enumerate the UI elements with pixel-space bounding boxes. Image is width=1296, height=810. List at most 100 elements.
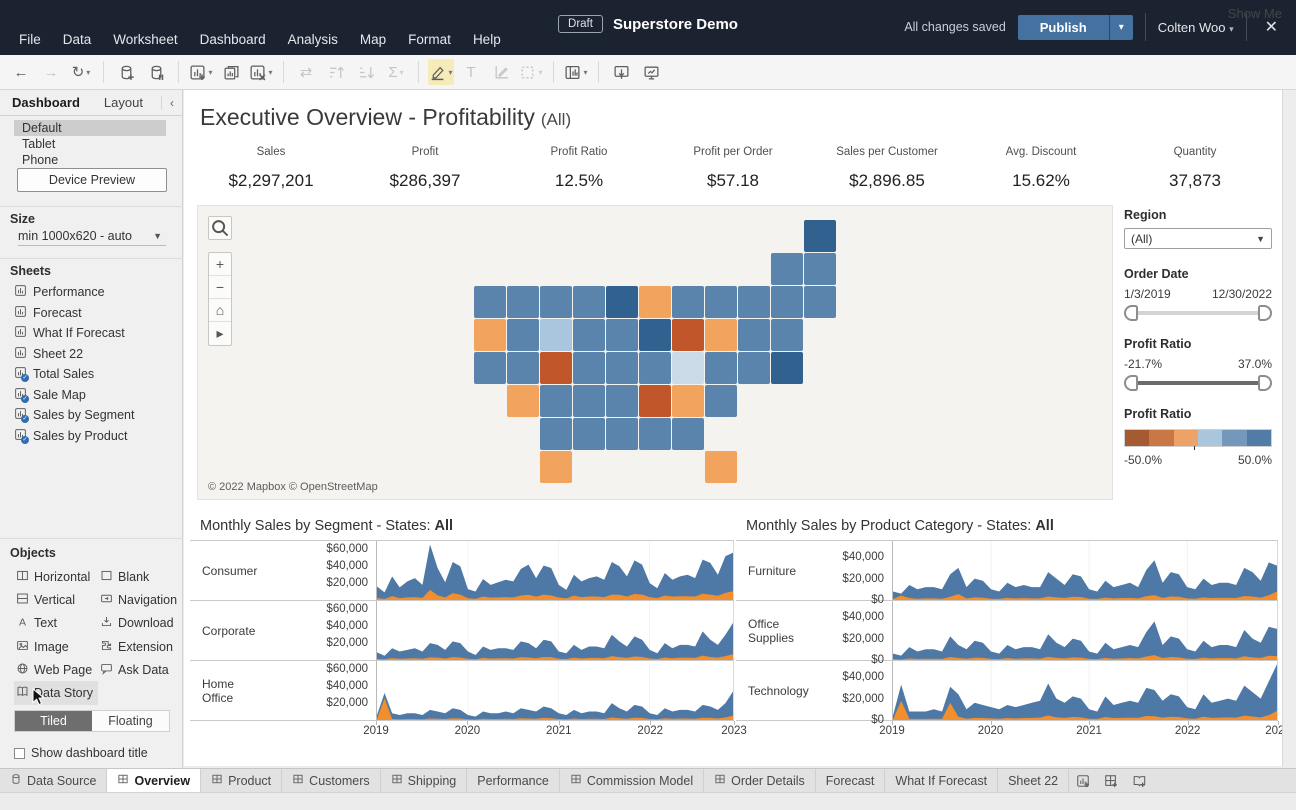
state-nm[interactable] <box>540 385 572 417</box>
state-wv[interactable] <box>672 352 704 384</box>
state-ok[interactable] <box>540 418 572 450</box>
state-sd[interactable] <box>573 319 605 351</box>
state-me[interactable] <box>804 220 836 252</box>
device-default[interactable]: Default <box>14 120 166 136</box>
state-mi[interactable] <box>705 286 737 318</box>
state-ut[interactable] <box>507 352 539 384</box>
state-ia[interactable] <box>606 319 638 351</box>
tab-layout[interactable]: Layout <box>92 91 155 114</box>
download-device-icon[interactable] <box>608 59 634 85</box>
menu-dashboard[interactable]: Dashboard <box>189 27 277 52</box>
state-la[interactable] <box>573 418 605 450</box>
menu-file[interactable]: File <box>8 27 52 52</box>
area-plot[interactable] <box>892 661 1278 720</box>
sheet-item-sales-by-product[interactable]: ✓ Sales by Product <box>14 426 174 447</box>
scrollbar-track[interactable] <box>1282 90 1296 766</box>
profit-ratio-slider-left-handle[interactable] <box>1124 375 1138 391</box>
state-vt[interactable] <box>771 253 803 285</box>
new-worksheet-tab-icon[interactable] <box>1069 769 1097 792</box>
size-dropdown[interactable]: min 1000x620 - auto ▼ <box>18 226 166 246</box>
state-oh[interactable] <box>672 319 704 351</box>
object-navigation[interactable]: Navigation <box>98 588 178 611</box>
refresh-icon[interactable]: ↻ ▾ <box>68 59 94 85</box>
object-extension[interactable]: Extension <box>98 635 178 658</box>
state-ct[interactable] <box>771 319 803 351</box>
menu-format[interactable]: Format <box>397 27 462 52</box>
map-tools-expand-button[interactable]: ▸ <box>209 322 231 345</box>
floating-toggle[interactable]: Floating <box>92 711 169 731</box>
publish-caret-icon[interactable]: ▾ <box>1108 14 1133 40</box>
state-ne[interactable] <box>573 352 605 384</box>
show-dashboard-title-row[interactable]: Show dashboard title <box>14 746 148 760</box>
sheet-item-sales-by-segment[interactable]: ✓ Sales by Segment <box>14 405 174 426</box>
state-fl[interactable] <box>705 451 737 483</box>
sheet-tab-sheet-22[interactable]: Sheet 22 <box>998 769 1070 792</box>
duplicate-sheet-icon[interactable] <box>218 59 244 85</box>
presentation-mode-icon[interactable] <box>638 59 664 85</box>
sheet-tab-product[interactable]: Product <box>201 769 283 792</box>
area-plot[interactable] <box>376 601 734 660</box>
sheet-tab-forecast[interactable]: Forecast <box>816 769 886 792</box>
profit-ratio-slider-right-handle[interactable] <box>1258 375 1272 391</box>
highlight-icon[interactable]: ▾ <box>428 59 454 85</box>
show-dashboard-title-checkbox[interactable] <box>14 747 25 759</box>
show-me-button[interactable]: Show Me <box>1222 6 1282 32</box>
user-menu[interactable]: Colten Woo ▾ <box>1158 20 1234 35</box>
zoom-home-button[interactable]: ⌂ <box>209 299 231 322</box>
area-plot[interactable] <box>376 541 734 600</box>
state-nh[interactable] <box>804 253 836 285</box>
state-or[interactable] <box>474 319 506 351</box>
sheet-item-performance[interactable]: Performance <box>14 282 174 303</box>
back-icon[interactable]: ← <box>8 59 34 85</box>
device-phone[interactable]: Phone <box>18 152 166 168</box>
map-search-button[interactable] <box>208 216 232 240</box>
state-tn[interactable] <box>639 385 671 417</box>
menu-map[interactable]: Map <box>349 27 397 52</box>
zoom-in-button[interactable]: + <box>209 253 231 276</box>
object-web-page[interactable]: Web Page <box>14 658 98 681</box>
state-il[interactable] <box>639 286 671 318</box>
state-mt[interactable] <box>540 286 572 318</box>
sheet-tab-data-source[interactable]: Data Source <box>0 769 108 792</box>
state-nj[interactable] <box>738 319 770 351</box>
state-ri[interactable] <box>771 286 803 318</box>
order-date-slider-left-handle[interactable] <box>1124 305 1138 321</box>
state-al[interactable] <box>639 418 671 450</box>
state-sc[interactable] <box>705 385 737 417</box>
object-ask-data[interactable]: Ask Data <box>98 658 178 681</box>
tab-dashboard[interactable]: Dashboard <box>0 91 92 114</box>
publish-button[interactable]: Publish <box>1017 14 1109 40</box>
sheet-tab-what-if-forecast[interactable]: What If Forecast <box>885 769 999 792</box>
state-ga[interactable] <box>672 418 704 450</box>
object-vertical[interactable]: Vertical <box>14 588 98 611</box>
area-plot[interactable] <box>376 661 734 720</box>
device-tablet[interactable]: Tablet <box>18 136 166 152</box>
state-ar[interactable] <box>606 385 638 417</box>
sheet-item-total-sales[interactable]: ✓ Total Sales <box>14 364 174 385</box>
sheet-tab-order-details[interactable]: Order Details <box>704 769 816 792</box>
sheet-item-sheet-22[interactable]: Sheet 22 <box>14 344 174 365</box>
menu-data[interactable]: Data <box>52 27 103 52</box>
sheet-item-forecast[interactable]: Forecast <box>14 303 174 324</box>
state-md[interactable] <box>738 352 770 384</box>
order-date-slider[interactable] <box>1124 305 1272 321</box>
object-data-story[interactable]: Data Story <box>14 681 98 705</box>
state-id[interactable] <box>507 286 539 318</box>
sheet-tab-customers[interactable]: Customers <box>282 769 381 792</box>
state-va[interactable] <box>705 352 737 384</box>
object-blank[interactable]: Blank <box>98 565 178 588</box>
sheet-tab-commission-model[interactable]: Commission Model <box>560 769 705 792</box>
region-dropdown[interactable]: (All) ▼ <box>1124 228 1272 249</box>
state-ky[interactable] <box>639 352 671 384</box>
sales-map[interactable]: + − ⌂ ▸ © 2022 Mapbox © OpenStreetMap <box>197 205 1113 500</box>
state-pa[interactable] <box>705 319 737 351</box>
tiled-toggle[interactable]: Tiled <box>15 711 92 731</box>
object-download[interactable]: Download <box>98 612 178 635</box>
state-az[interactable] <box>507 385 539 417</box>
state-nv[interactable] <box>507 319 539 351</box>
state-mo[interactable] <box>606 352 638 384</box>
state-ny[interactable] <box>738 286 770 318</box>
sheet-tab-performance[interactable]: Performance <box>467 769 560 792</box>
state-wy[interactable] <box>540 319 572 351</box>
profit-ratio-slider[interactable] <box>1124 375 1272 391</box>
